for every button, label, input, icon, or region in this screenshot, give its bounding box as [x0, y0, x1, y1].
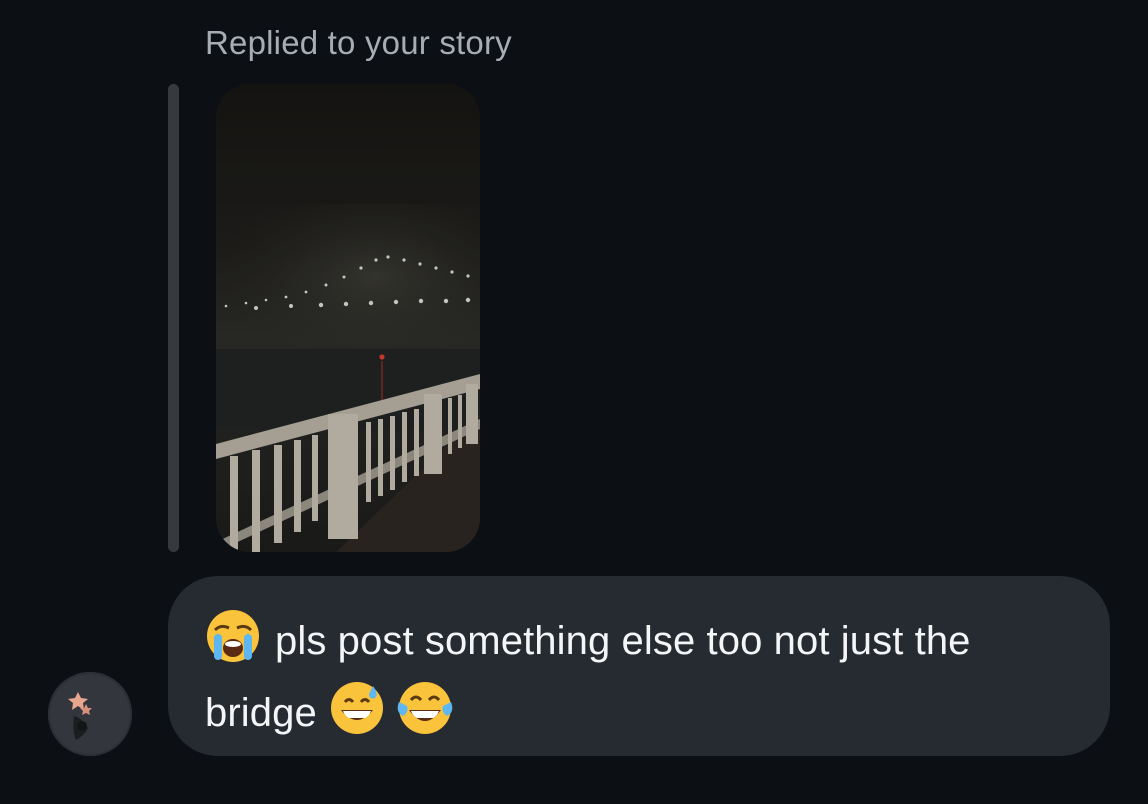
dm-thread: Replied to your story pls post something…: [0, 0, 1148, 804]
loudly-crying-face-icon: [205, 608, 261, 680]
face-with-tears-of-joy-icon: [395, 680, 455, 752]
message-bubble[interactable]: pls post something else too not just the…: [168, 576, 1110, 756]
avatar-icon: [48, 672, 132, 756]
story-photo-foggy-bridge-night: [216, 84, 480, 552]
message-text: pls post something else too not just the…: [205, 619, 971, 735]
story-thumbnail[interactable]: [216, 84, 480, 552]
sender-avatar[interactable]: [48, 672, 132, 756]
reply-caption: Replied to your story: [205, 24, 512, 61]
grinning-face-with-sweat-icon: [329, 680, 385, 752]
reply-quote-bar: [168, 84, 179, 552]
message-content: pls post something else too not just the…: [205, 608, 1085, 752]
